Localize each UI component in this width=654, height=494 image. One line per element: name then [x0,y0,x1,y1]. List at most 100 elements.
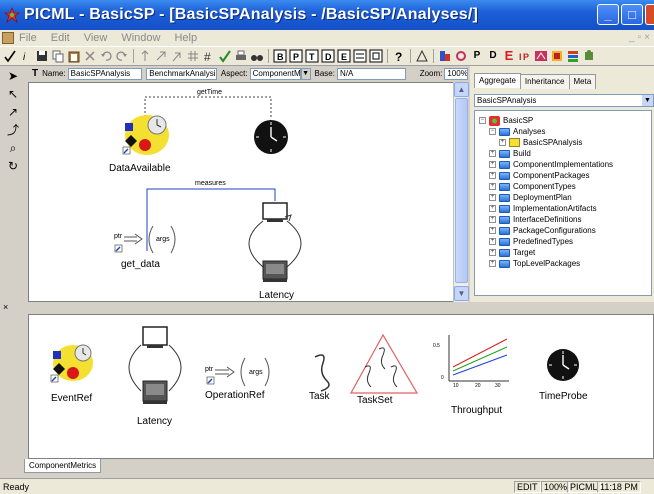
mdi-restore-icon[interactable]: ▫ [638,32,642,43]
dataavailable-icon[interactable] [122,115,169,155]
view-t-icon[interactable]: T [305,49,319,63]
select-mode-icon[interactable]: ➤ [5,68,21,84]
expand-icon[interactable]: + [489,194,496,201]
set-mode-icon[interactable]: ⤴ [5,122,21,138]
view-lines-icon[interactable] [353,49,367,63]
latency-icon[interactable] [248,202,302,282]
redo-icon[interactable] [115,49,129,63]
browser-dropdown-icon[interactable]: ▼ [642,95,653,106]
flag-plugin-icon[interactable] [550,49,564,63]
name-field[interactable]: BasicSPAnalysis [67,67,143,80]
view-p-icon[interactable]: P [289,49,303,63]
save-icon[interactable] [35,49,49,63]
aspect-dropdown-icon[interactable]: ▼ [300,67,311,80]
tree-item[interactable]: + Build [489,148,531,159]
paste-icon[interactable] [67,49,81,63]
expand-icon[interactable]: + [489,227,496,234]
panel-splitter[interactable]: × [0,302,654,312]
scroll-up-icon[interactable]: ▲ [454,82,469,97]
close-panel-icon[interactable]: × [3,302,8,312]
expand-icon[interactable]: + [489,238,496,245]
component-plugin-icon[interactable] [438,49,452,63]
document-menu-icon[interactable] [2,32,14,44]
expand-icon[interactable]: + [489,172,496,179]
tools-plugin-icon[interactable] [454,49,468,63]
check-icon[interactable] [3,49,17,63]
mdi-minimize-icon[interactable]: _ [629,32,635,43]
task-part-icon[interactable] [314,354,330,392]
menu-window[interactable]: Window [114,32,167,44]
p-plugin-icon[interactable]: P [470,49,484,63]
puzzle-plugin-icon[interactable] [582,49,596,63]
tree-item[interactable]: + PredefinedTypes [489,236,573,247]
expand-icon[interactable]: + [489,260,496,267]
grid-icon[interactable] [186,49,200,63]
menu-file[interactable]: File [17,32,44,44]
model-canvas[interactable]: getTime measures DataAvailable ptr args … [28,82,454,302]
minimize-button[interactable]: _ [597,4,619,25]
binoculars-icon[interactable] [250,49,264,63]
menu-edit[interactable]: Edit [44,32,77,44]
latency-part-icon[interactable] [128,326,182,404]
delete-icon[interactable] [83,49,97,63]
expand-icon[interactable]: + [489,183,496,190]
tree-item[interactable]: + DeploymentPlan [489,192,572,203]
tab-meta[interactable]: Meta [568,74,597,89]
timeprobe-part-icon[interactable] [547,349,579,381]
menu-help[interactable]: Help [167,32,204,44]
tree-item[interactable]: + ComponentTypes [489,181,576,192]
tree-item[interactable]: + BasicSPAnalysis [499,137,582,148]
maximize-button[interactable]: □ [621,4,643,25]
d-plugin-icon[interactable]: D [486,49,500,63]
operationref-part-icon[interactable]: ptr args [205,357,270,387]
expand-icon[interactable]: + [489,216,496,223]
tree-item[interactable]: + ComponentPackages [489,170,590,181]
interpreter-icon[interactable] [415,49,429,63]
browser-object-select[interactable]: BasicSPAnalysis ▼ [474,94,654,107]
taskset-part-icon[interactable] [349,333,419,394]
mdi-close-icon[interactable]: × [644,32,650,43]
arrow-up-icon[interactable] [138,49,152,63]
timeprobe-clock-icon[interactable] [254,120,288,154]
arrow-up-right-icon[interactable] [154,49,168,63]
get-data-operation-icon[interactable]: ptr args [114,225,176,254]
constraint-icon[interactable]: i [19,49,33,63]
collapse-icon[interactable]: − [489,128,496,135]
tree-item[interactable]: + ImplementationArtifacts [489,203,597,214]
menu-view[interactable]: View [77,32,115,44]
validate-icon[interactable] [218,49,232,63]
print-icon[interactable] [234,49,248,63]
expand-icon[interactable]: + [489,205,496,212]
tree-item[interactable]: + InterfaceDefinitions [489,214,581,225]
tab-aggregate[interactable]: Aggregate [474,73,521,88]
arrow-up-right-alt-icon[interactable] [170,49,184,63]
close-button[interactable] [645,4,654,25]
project-tree[interactable]: − BasicSP − Analyses + BasicSPAnalysis + Build +… [474,110,652,296]
stack-plugin-icon[interactable] [566,49,580,63]
tree-item[interactable]: − Analyses [489,126,545,137]
expand-icon[interactable]: + [489,249,496,256]
throughput-part-icon[interactable]: 0.5 0 10 20 30 [433,335,509,389]
tree-item[interactable]: + PackageConfigurations [489,225,596,236]
visualize-mode-icon[interactable]: ↻ [5,158,21,174]
zoom-field[interactable]: 100% [444,67,468,80]
view-e-icon[interactable]: E [337,49,351,63]
expand-icon[interactable]: + [499,139,506,146]
expand-icon[interactable]: + [489,161,496,168]
ip-plugin-icon[interactable]: IP [518,49,532,63]
model-plugin-icon[interactable] [534,49,548,63]
canvas-vertical-scrollbar[interactable]: ▲ ▼ [453,82,469,302]
scroll-down-icon[interactable]: ▼ [454,286,469,301]
collapse-icon[interactable]: − [479,117,486,124]
tree-item[interactable]: − BasicSP [479,115,533,126]
hash-icon[interactable]: # [202,49,216,63]
disconnect-mode-icon[interactable]: ↗ [5,104,21,120]
tree-item[interactable]: + Target [489,247,535,258]
connect-mode-icon[interactable]: ↖ [5,86,21,102]
view-b-icon[interactable]: B [273,49,287,63]
undo-icon[interactable] [99,49,113,63]
help-icon[interactable]: ? [392,49,406,63]
e-plugin-icon[interactable]: E [502,49,516,63]
aspect-select[interactable]: ComponentMe [249,67,301,80]
tree-item[interactable]: + ComponentImplementations [489,159,613,170]
